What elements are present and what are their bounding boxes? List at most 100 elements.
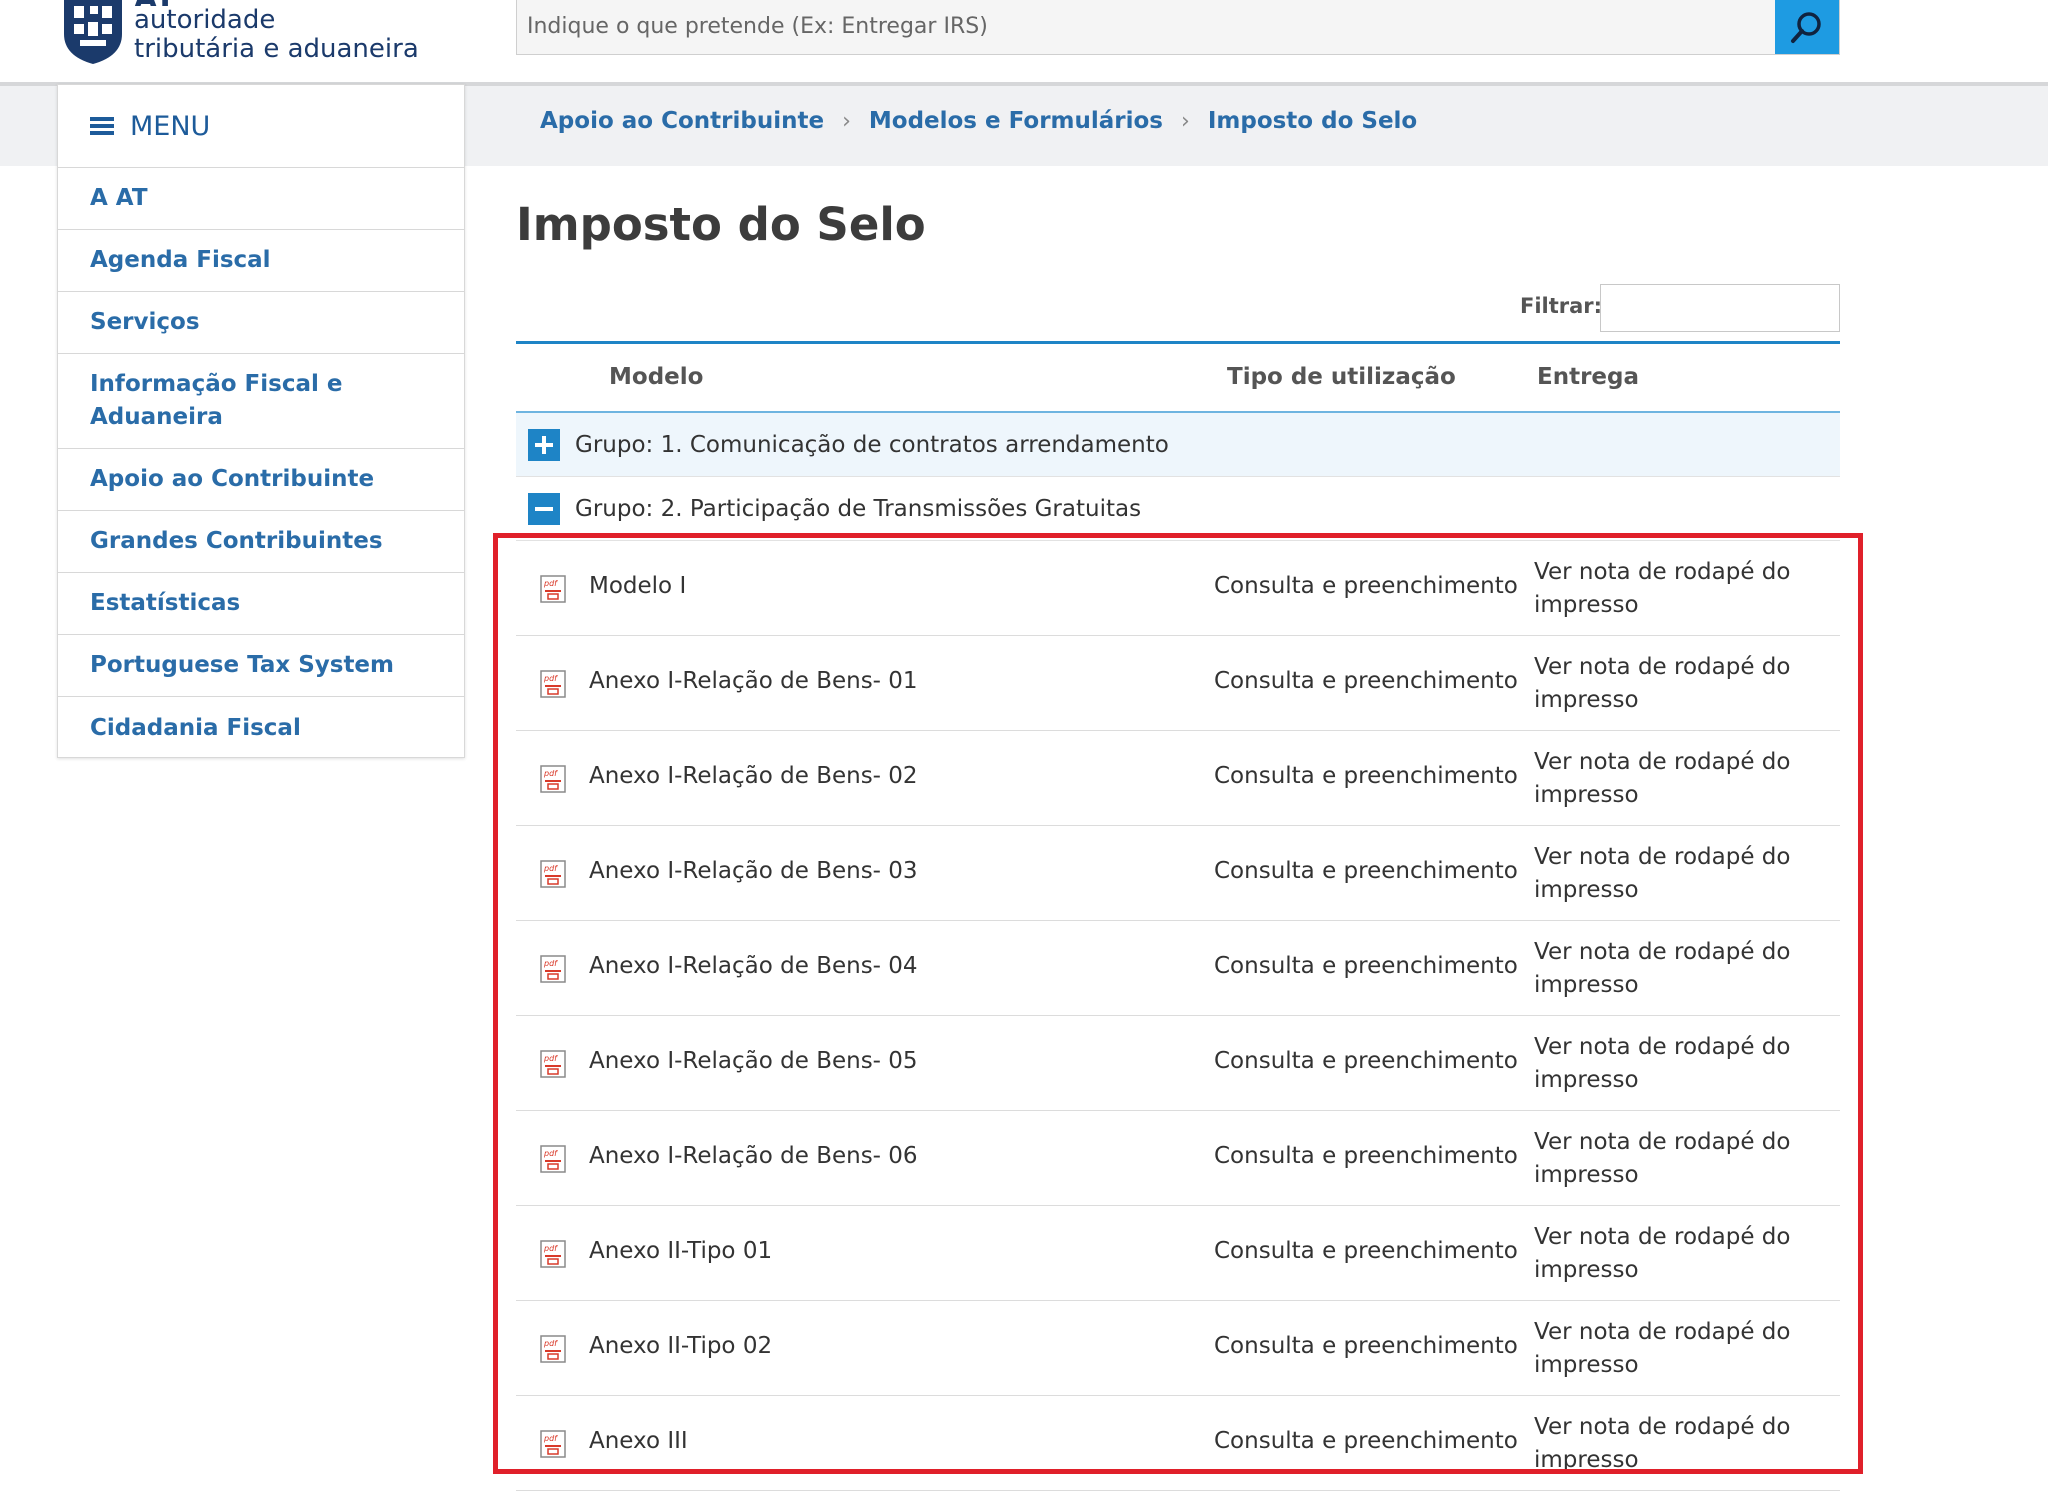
table-top-border <box>516 341 1840 344</box>
breadcrumb-current[interactable]: Imposto do Selo <box>1208 108 1417 134</box>
sidebar-item-label: Portuguese Tax System <box>90 652 394 678</box>
cell-tipo: Consulta e preenchimento <box>1214 667 1518 694</box>
chevron-right-icon: › <box>1181 108 1190 134</box>
breadcrumb-link-modelos[interactable]: Modelos e Formulários <box>869 108 1163 134</box>
pdf-icon[interactable]: pdf <box>540 669 566 698</box>
table-row: pdf Anexo II-Tipo 01 Consulta e preenchi… <box>516 1206 1840 1301</box>
sidebar-item-informacao-fiscal[interactable]: Informação Fiscal e Aduaneira <box>58 354 464 449</box>
cell-modelo[interactable]: Anexo I-Relação de Bens- 01 <box>589 668 918 694</box>
table-row: pdf Anexo III Consulta e preenchimento V… <box>516 1396 1840 1491</box>
cell-entrega: Ver nota de rodapé do impresso <box>1534 843 1791 903</box>
table-row: pdf Anexo II-Tipo 02 Consulta e preenchi… <box>516 1301 1840 1396</box>
cell-entrega: Ver nota de rodapé do impresso <box>1534 653 1791 713</box>
cell-modelo[interactable]: Anexo I-Relação de Bens- 02 <box>589 763 918 789</box>
cell-modelo[interactable]: Anexo I-Relação de Bens- 06 <box>589 1143 918 1169</box>
table-row: pdf Modelo I Consulta e preenchimento Ve… <box>516 541 1840 636</box>
svg-text:pdf: pdf <box>543 959 558 968</box>
table-row: pdf Anexo I-Relação de Bens- 02 Consulta… <box>516 731 1840 826</box>
site-logo[interactable]: AT autoridade tributária e aduaneira <box>62 0 419 70</box>
sidebar-item-cidadania-fiscal[interactable]: Cidadania Fiscal <box>58 697 464 759</box>
cell-entrega: Ver nota de rodapé do impresso <box>1534 938 1791 998</box>
svg-text:pdf: pdf <box>543 1244 558 1253</box>
pdf-icon[interactable]: pdf <box>540 1049 566 1078</box>
breadcrumb-link-apoio[interactable]: Apoio ao Contribuinte <box>540 108 824 134</box>
sidebar-item-label: Estatísticas <box>90 590 241 616</box>
at-emblem-icon <box>64 0 122 64</box>
sidebar-item-estatisticas[interactable]: Estatísticas <box>58 573 464 635</box>
cell-entrega: Ver nota de rodapé do impresso <box>1534 1318 1791 1378</box>
expand-plus-icon[interactable] <box>528 428 560 461</box>
sidebar-item-a-at[interactable]: A AT <box>58 168 464 230</box>
column-header-modelo[interactable]: Modelo <box>609 364 703 390</box>
cell-tipo: Consulta e preenchimento <box>1214 1047 1518 1074</box>
cell-modelo[interactable]: Anexo II-Tipo 01 <box>589 1238 772 1264</box>
filter-input[interactable] <box>1600 284 1840 332</box>
sidebar-item-label: Informação Fiscal e Aduaneira <box>90 371 343 430</box>
search-bar <box>516 0 1840 55</box>
svg-text:pdf: pdf <box>543 579 558 588</box>
sidebar-item-label: Apoio ao Contribuinte <box>90 466 375 492</box>
cell-modelo[interactable]: Anexo II-Tipo 02 <box>589 1333 772 1359</box>
cell-entrega: Ver nota de rodapé do impresso <box>1534 748 1791 808</box>
hamburger-icon <box>90 117 114 135</box>
cell-modelo[interactable]: Anexo I-Relação de Bens- 03 <box>589 858 918 884</box>
pdf-icon[interactable]: pdf <box>540 1239 566 1268</box>
cell-tipo: Consulta e preenchimento <box>1214 1142 1518 1169</box>
search-input[interactable] <box>517 0 1775 53</box>
search-icon <box>1791 12 1821 43</box>
cell-tipo: Consulta e preenchimento <box>1214 1237 1518 1264</box>
breadcrumb: Apoio ao Contribuinte › Modelos e Formul… <box>540 108 1417 134</box>
table-row: pdf Anexo I-Relação de Bens- 04 Consulta… <box>516 921 1840 1016</box>
sidebar-item-servicos[interactable]: Serviços <box>58 292 464 354</box>
cell-modelo[interactable]: Modelo I <box>589 573 686 599</box>
collapse-minus-icon[interactable] <box>528 492 560 525</box>
cell-modelo[interactable]: Anexo III <box>589 1428 688 1454</box>
cell-tipo: Consulta e preenchimento <box>1214 952 1518 979</box>
svg-text:pdf: pdf <box>543 1339 558 1348</box>
group-row-1: Grupo: 1. Comunicação de contratos arren… <box>516 413 1840 477</box>
svg-text:pdf: pdf <box>543 769 558 778</box>
pdf-icon[interactable]: pdf <box>540 1334 566 1363</box>
group-label: Grupo: 2. Participação de Transmissões G… <box>575 495 1142 522</box>
cell-entrega: Ver nota de rodapé do impresso <box>1534 1033 1791 1093</box>
cell-tipo: Consulta e preenchimento <box>1214 762 1518 789</box>
cell-modelo[interactable]: Anexo I-Relação de Bens- 04 <box>589 953 918 979</box>
menu-title: MENU <box>130 110 211 142</box>
logo-line-1: autoridade <box>134 5 276 35</box>
cell-tipo: Consulta e preenchimento <box>1214 572 1518 599</box>
menu-toggle[interactable]: MENU <box>58 85 464 168</box>
sidebar-item-portuguese-tax-system[interactable]: Portuguese Tax System <box>58 635 464 697</box>
cell-tipo: Consulta e preenchimento <box>1214 857 1518 884</box>
sidebar-item-label: Grandes Contribuintes <box>90 528 383 554</box>
sidebar-item-label: A AT <box>90 185 148 211</box>
table-row: pdf Anexo I-Relação de Bens- 01 Consulta… <box>516 636 1840 731</box>
sidebar-menu: MENU A AT Agenda Fiscal Serviços Informa… <box>57 84 465 758</box>
svg-text:pdf: pdf <box>543 1054 558 1063</box>
table-row: pdf Anexo I-Relação de Bens- 03 Consulta… <box>516 826 1840 921</box>
sidebar-item-label: Serviços <box>90 309 200 335</box>
search-button[interactable] <box>1775 0 1839 54</box>
cell-tipo: Consulta e preenchimento <box>1214 1427 1518 1454</box>
pdf-icon[interactable]: pdf <box>540 1429 566 1458</box>
sidebar-item-apoio-contribuinte[interactable]: Apoio ao Contribuinte <box>58 449 464 511</box>
sidebar-item-grandes-contribuintes[interactable]: Grandes Contribuintes <box>58 511 464 573</box>
cell-entrega: Ver nota de rodapé do impresso <box>1534 1223 1791 1283</box>
cell-modelo[interactable]: Anexo I-Relação de Bens- 05 <box>589 1048 918 1074</box>
svg-text:pdf: pdf <box>543 1434 558 1443</box>
svg-text:pdf: pdf <box>543 1149 558 1158</box>
site-header: AT autoridade tributária e aduaneira <box>0 0 2048 82</box>
page-title: Imposto do Selo <box>516 198 926 251</box>
cell-entrega: Ver nota de rodapé do impresso <box>1534 1413 1791 1473</box>
sidebar-item-agenda-fiscal[interactable]: Agenda Fiscal <box>58 230 464 292</box>
pdf-icon[interactable]: pdf <box>540 1144 566 1173</box>
cell-entrega: Ver nota de rodapé do impresso <box>1534 1128 1791 1188</box>
column-header-entrega[interactable]: Entrega <box>1537 364 1639 390</box>
table-row: pdf Anexo I-Relação de Bens- 05 Consulta… <box>516 1016 1840 1111</box>
pdf-icon[interactable]: pdf <box>540 859 566 888</box>
pdf-icon[interactable]: pdf <box>540 954 566 983</box>
pdf-icon[interactable]: pdf <box>540 574 566 603</box>
sidebar-item-label: Cidadania Fiscal <box>90 714 301 741</box>
column-header-tipo[interactable]: Tipo de utilização <box>1227 364 1456 390</box>
pdf-icon[interactable]: pdf <box>540 764 566 793</box>
svg-text:pdf: pdf <box>543 864 558 873</box>
